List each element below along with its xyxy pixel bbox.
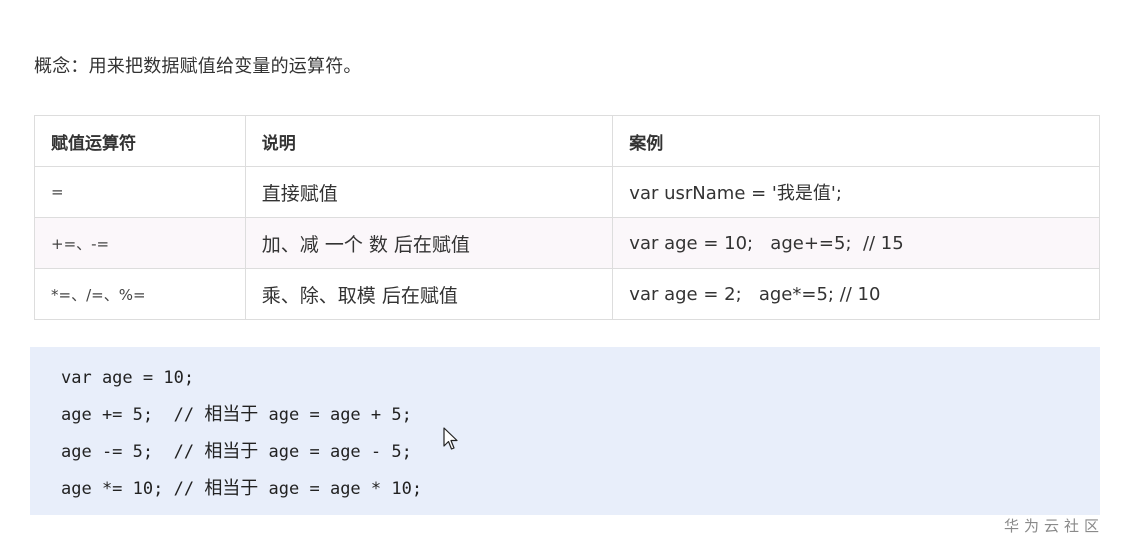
mouse-pointer-icon xyxy=(443,427,458,450)
operator-cell: +=、-= xyxy=(34,217,246,269)
code-text: age *= 10; xyxy=(61,479,174,499)
code-line: age -= 5; // 相当于 age = age - 5; xyxy=(61,439,1100,476)
header-description: 说明 xyxy=(244,115,614,167)
table-row: +=、-= 加、减 一个 数 后在赋值 var age = 10; age+=5… xyxy=(34,217,1100,269)
description-cell: 直接赋值 xyxy=(244,166,614,218)
code-line: var age = 10; xyxy=(61,365,1100,402)
description-cell: 加、减 一个 数 后在赋值 xyxy=(244,217,614,269)
comment-code: age = age * 10; xyxy=(258,479,423,499)
comment-text: 相当于 xyxy=(204,404,259,425)
header-operator: 赋值运算符 xyxy=(34,115,246,167)
code-block: var age = 10; age += 5; // 相当于 age = age… xyxy=(30,347,1100,515)
header-example: 案例 xyxy=(612,115,1100,167)
comment-code: age = age - 5; xyxy=(258,442,412,462)
operator-cell: = xyxy=(34,166,246,218)
code-line: age += 5; // 相当于 age = age + 5; xyxy=(61,402,1100,439)
code-line: age *= 10; // 相当于 age = age * 10; xyxy=(61,476,1100,513)
example-cell: var age = 2; age*=5; // 10 xyxy=(612,268,1100,320)
comment-text: 相当于 xyxy=(204,441,259,462)
comment-code: age = age + 5; xyxy=(258,405,412,425)
operator-cell: *=、/=、%= xyxy=(34,268,246,320)
assignment-operators-table: 赋值运算符 说明 案例 = 直接赋值 var usrName = '我是值'; … xyxy=(34,115,1100,320)
example-cell: var usrName = '我是值'; xyxy=(612,166,1100,218)
table-row: = 直接赋值 var usrName = '我是值'; xyxy=(34,166,1100,218)
document-page: 概念：用来把数据赋值给变量的运算符。 赋值运算符 说明 案例 = 直接赋值 va… xyxy=(0,0,1124,549)
comment-text: 相当于 xyxy=(204,478,259,499)
code-text: age += 5; xyxy=(61,405,174,425)
concept-text: 概念：用来把数据赋值给变量的运算符。 xyxy=(34,56,362,77)
comment-prefix: // xyxy=(173,442,205,462)
code-text: age -= 5; xyxy=(61,442,174,462)
code-text: var age = 10; xyxy=(61,368,195,388)
example-cell: var age = 10; age+=5; // 15 xyxy=(612,217,1100,269)
comment-prefix: // xyxy=(173,479,205,499)
table-row: *=、/=、%= 乘、除、取模 后在赋值 var age = 2; age*=5… xyxy=(34,268,1100,320)
comment-prefix: // xyxy=(173,405,205,425)
watermark-text: 华为云社区 xyxy=(1004,517,1105,535)
table-header-row: 赋值运算符 说明 案例 xyxy=(34,115,1100,167)
description-cell: 乘、除、取模 后在赋值 xyxy=(244,268,614,320)
